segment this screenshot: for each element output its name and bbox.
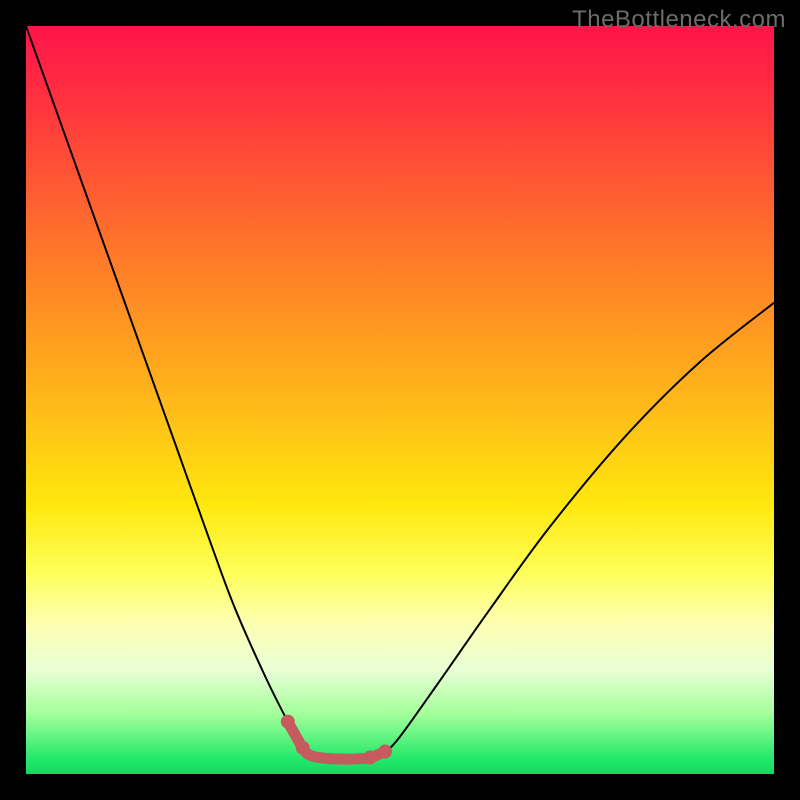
bottleneck-curve <box>26 26 774 759</box>
valley-dot <box>296 741 310 755</box>
valley-dot <box>281 715 295 729</box>
chart-frame: TheBottleneck.com <box>0 0 800 800</box>
plot-area <box>26 26 774 774</box>
curve-svg <box>26 26 774 774</box>
valley-dot <box>378 745 392 759</box>
watermark-text: TheBottleneck.com <box>572 6 786 34</box>
valley-dot <box>363 751 377 765</box>
